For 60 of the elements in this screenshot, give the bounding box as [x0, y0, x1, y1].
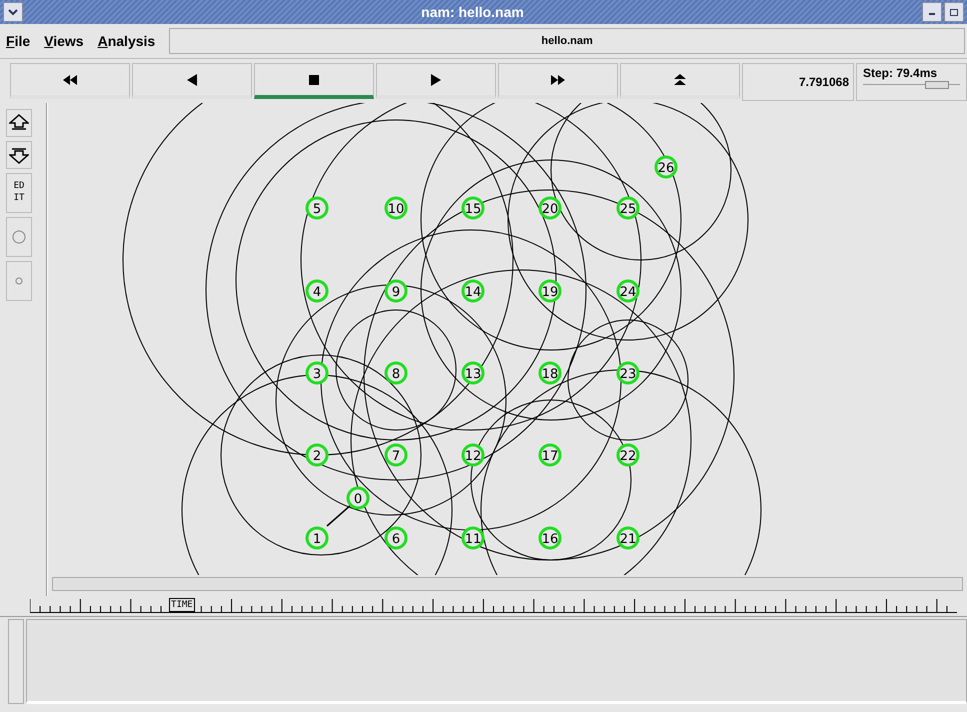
- fast-forward-icon: [551, 74, 565, 84]
- maximize-button[interactable]: [944, 2, 964, 22]
- menu-item[interactable]: Views: [44, 33, 84, 49]
- chevron-down-icon: [8, 8, 18, 16]
- network-node[interactable]: 5: [306, 196, 328, 220]
- network-node[interactable]: 14: [462, 280, 484, 302]
- network-node[interactable]: 7: [384, 444, 408, 466]
- window-title: nam: hello.nam: [420, 4, 525, 20]
- menu-item[interactable]: Analysis: [98, 33, 156, 49]
- network-node[interactable]: 10: [384, 196, 408, 220]
- playback-button[interactable]: [254, 63, 374, 99]
- network-node[interactable]: 24: [616, 280, 640, 302]
- network-node[interactable]: 21: [616, 526, 640, 550]
- network-node[interactable]: 13: [462, 362, 484, 384]
- network-node[interactable]: 22: [616, 444, 640, 466]
- network-node[interactable]: 9: [384, 280, 408, 302]
- time-marker[interactable]: TIME: [169, 598, 195, 612]
- window-menu-button[interactable]: [3, 2, 23, 22]
- network-node[interactable]: 11: [462, 526, 484, 550]
- network-node[interactable]: 16: [538, 526, 562, 550]
- rewind-icon: [63, 74, 77, 84]
- double-up-arrow-icon: [674, 74, 686, 86]
- network-node[interactable]: 19: [538, 280, 562, 302]
- network-node[interactable]: 18: [538, 362, 562, 384]
- minimize-button[interactable]: [922, 2, 942, 22]
- network-node[interactable]: 0: [346, 486, 370, 510]
- network-node[interactable]: 26: [654, 156, 678, 178]
- back-icon: [187, 74, 197, 86]
- down-arrow-icon: [9, 146, 29, 164]
- circle-icon: [12, 230, 26, 244]
- network-node[interactable]: 8: [384, 362, 408, 384]
- step-slider[interactable]: [863, 84, 960, 91]
- network-node[interactable]: 25: [616, 196, 640, 220]
- network-node[interactable]: 12: [462, 444, 484, 466]
- stop-icon: [309, 74, 319, 84]
- timeline-ruler[interactable]: TIME: [30, 596, 957, 616]
- slider-thumb[interactable]: [924, 81, 949, 89]
- tool-button[interactable]: [6, 109, 32, 137]
- vertical-scrollbar[interactable]: [8, 619, 24, 704]
- network-node[interactable]: 20: [538, 196, 562, 220]
- tool-button[interactable]: ED IT: [6, 173, 32, 213]
- circle-icon: [15, 277, 23, 285]
- horizontal-scrollbar[interactable]: [52, 577, 963, 591]
- maximize-icon: [949, 7, 959, 17]
- network-node[interactable]: 6: [384, 526, 408, 550]
- network-node[interactable]: 4: [306, 280, 328, 302]
- network-node[interactable]: 2: [306, 444, 328, 466]
- link-line: [326, 503, 352, 527]
- network-node[interactable]: 15: [462, 196, 484, 220]
- network-node[interactable]: 17: [538, 444, 562, 466]
- play-icon: [431, 74, 441, 86]
- step-label: Step: 79.4ms: [863, 66, 938, 80]
- up-arrow-icon: [9, 114, 29, 132]
- tool-button[interactable]: [6, 141, 32, 169]
- network-node[interactable]: 1: [306, 526, 328, 550]
- time-display: 7.791068: [742, 63, 854, 101]
- network-node[interactable]: 3: [306, 362, 328, 384]
- file-name-label: hello.nam: [169, 28, 965, 54]
- menu-item[interactable]: File: [6, 33, 30, 49]
- network-node[interactable]: 23: [616, 362, 640, 384]
